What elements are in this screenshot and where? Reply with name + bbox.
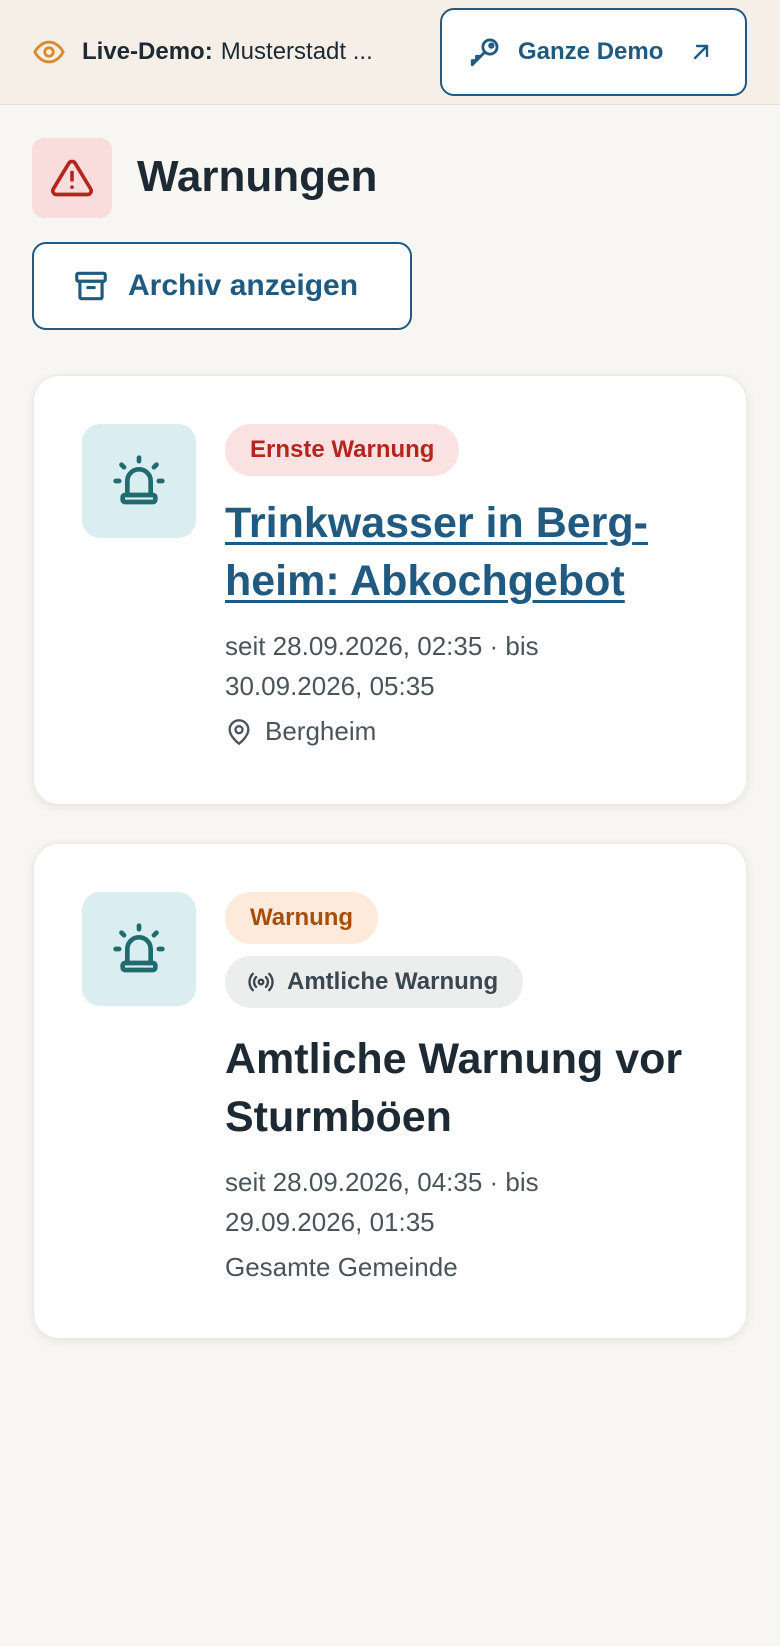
period-line: 30.09.2026, 05:35 bbox=[225, 671, 435, 701]
period-line: 29.09.2026, 01:35 bbox=[225, 1207, 435, 1237]
siren-icon bbox=[82, 424, 196, 538]
warning-period: seit 28.09.2026, 02:35 · bis 30.09.2026,… bbox=[225, 626, 695, 706]
warning-period: seit 28.09.2026, 04:35 · bis 29.09.2026,… bbox=[225, 1162, 695, 1242]
page-title: Warnungen bbox=[137, 152, 378, 201]
warning-card: Warnung Amtliche Warnung Amtliche Warnun… bbox=[33, 843, 747, 1339]
archive-box-icon bbox=[72, 267, 110, 305]
demo-label: Live-Demo: Musterstadt ... bbox=[32, 34, 373, 70]
warning-card: Ernste Warnung Trinkwasser in Berg­heim:… bbox=[33, 375, 747, 805]
official-source-badge: Amtliche Warnung bbox=[225, 956, 524, 1008]
broadcast-icon bbox=[247, 968, 275, 996]
demo-bar: Live-Demo: Musterstadt ... Ganze Demo bbox=[0, 0, 780, 105]
full-demo-label: Ganze Demo bbox=[518, 38, 664, 65]
warning-area: Gesamte Gemeinde bbox=[225, 1252, 458, 1282]
severity-badge: Ernste Warnung bbox=[225, 424, 460, 476]
full-demo-button[interactable]: Ganze Demo bbox=[440, 8, 747, 96]
period-line: seit 28.09.2026, 02:35 · bis bbox=[225, 631, 539, 661]
warning-location: Bergheim bbox=[225, 716, 695, 747]
eye-icon bbox=[32, 34, 68, 70]
key-icon bbox=[468, 35, 502, 69]
location-label: Bergheim bbox=[265, 716, 377, 746]
demo-label-text: Musterstadt ... bbox=[220, 38, 373, 65]
severity-badge: Warnung bbox=[225, 892, 379, 944]
official-source-label: Amtliche Warnung bbox=[287, 968, 499, 995]
warning-triangle-icon bbox=[32, 138, 112, 218]
warning-title: Amtliche Warnung vor Sturmböen bbox=[225, 1035, 683, 1141]
archive-button[interactable]: Archiv anzeigen bbox=[32, 242, 412, 330]
period-line: seit 28.09.2026, 04:35 · bis bbox=[225, 1167, 539, 1197]
siren-icon bbox=[82, 892, 196, 1006]
map-pin-icon bbox=[225, 718, 253, 746]
demo-label-bold: Live-Demo: bbox=[82, 38, 213, 65]
warning-title-link[interactable]: Trinkwasser in Berg­heim: Abkochgebot bbox=[225, 494, 695, 610]
arrow-up-right-icon bbox=[689, 40, 713, 64]
archive-button-label: Archiv anzeigen bbox=[128, 269, 359, 302]
